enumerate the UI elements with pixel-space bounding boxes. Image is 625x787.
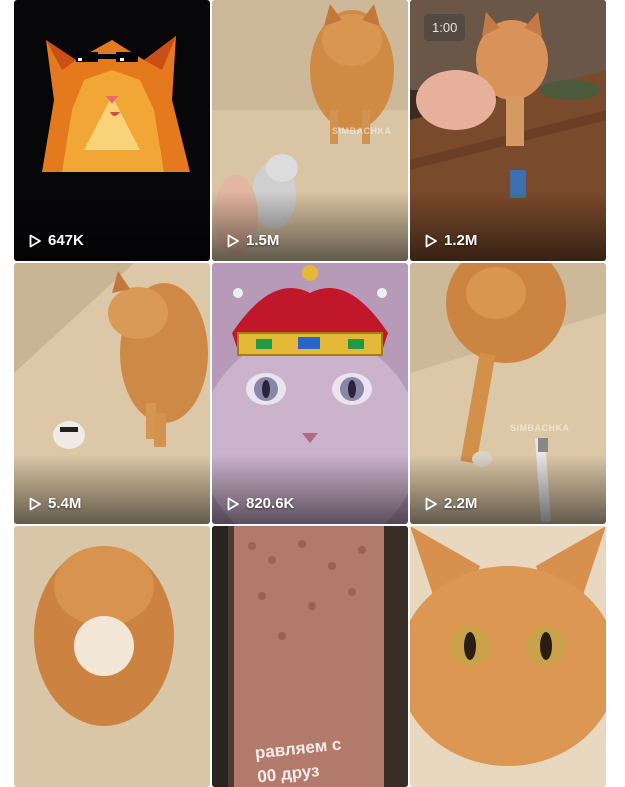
view-count-label: 2.2M: [444, 495, 478, 512]
video-tile[interactable]: 1:00 1.2M: [410, 0, 606, 261]
view-count: 5.4M: [28, 495, 81, 512]
video-thumbnail: [410, 263, 606, 524]
view-count-label: 647K: [48, 232, 84, 249]
view-count: 820.6K: [226, 495, 294, 512]
play-outline-icon: [227, 497, 239, 510]
play-outline-icon: [425, 497, 437, 510]
video-tile[interactable]: SIMBACHKA 1.5M: [212, 0, 408, 261]
video-tile[interactable]: равляем с 00 друз: [212, 526, 408, 787]
video-thumbnail: [14, 526, 210, 787]
video-tile[interactable]: [410, 526, 606, 787]
video-duration: 1:00: [424, 14, 466, 41]
video-thumbnail: [14, 263, 210, 524]
view-count-label: 1.5M: [246, 232, 280, 249]
view-count: 647K: [28, 232, 84, 249]
view-count-label: 820.6K: [246, 495, 295, 512]
video-tile[interactable]: 820.6K: [212, 263, 408, 524]
watermark: SIMBACHKA: [510, 423, 570, 433]
play-outline-icon: [425, 234, 437, 247]
video-tile[interactable]: [14, 526, 210, 787]
view-count-label: 1.2M: [444, 232, 478, 249]
view-count-label: 5.4M: [48, 495, 82, 512]
video-grid: 647K SIMBACHKA 1.5M 1:00 1.2M 5.4M 820.6…: [14, 0, 606, 787]
video-tile[interactable]: 647K: [14, 0, 210, 261]
video-overlay-text: равляем с 00 друз: [254, 733, 345, 787]
play-outline-icon: [29, 234, 41, 247]
play-outline-icon: [227, 234, 239, 247]
video-thumbnail: [14, 0, 210, 261]
view-count: 1.5M: [226, 232, 279, 249]
video-thumbnail: [212, 263, 408, 524]
video-tile[interactable]: SIMBACHKA 2.2M: [410, 263, 606, 524]
view-count: 1.2M: [424, 232, 477, 249]
video-tile[interactable]: 5.4M: [14, 263, 210, 524]
view-count: 2.2M: [424, 495, 477, 512]
watermark: SIMBACHKA: [332, 126, 392, 136]
video-thumbnail: [410, 526, 606, 787]
play-outline-icon: [29, 497, 41, 510]
